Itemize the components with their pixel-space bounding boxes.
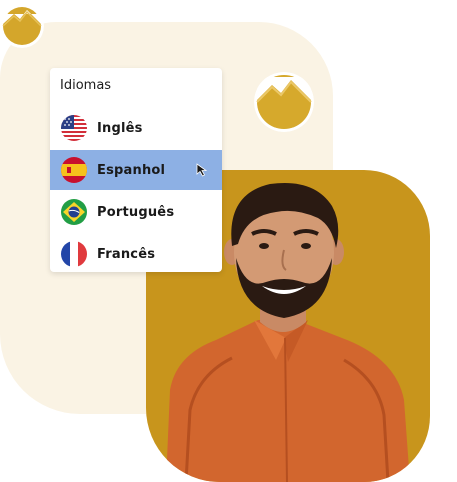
menu-item-label: Português bbox=[97, 204, 175, 220]
mouse-pointer-icon bbox=[196, 163, 208, 177]
menu-item-espanhol[interactable]: Espanhol bbox=[50, 150, 222, 190]
menu-item-ingles[interactable]: Inglês bbox=[50, 108, 222, 148]
menu-item-label: Inglês bbox=[97, 120, 143, 136]
mountain-logo-icon bbox=[0, 4, 44, 48]
menu-item-label: Francês bbox=[97, 246, 156, 262]
brazil-flag-icon bbox=[61, 199, 87, 225]
mountain-logo-icon bbox=[254, 72, 314, 132]
usa-flag-icon bbox=[61, 115, 87, 141]
language-menu: Idiomas Inglês Espanhol Português Francê… bbox=[50, 68, 222, 272]
menu-item-portugues[interactable]: Português bbox=[50, 192, 222, 232]
menu-item-frances[interactable]: Francês bbox=[50, 234, 222, 274]
france-flag-icon bbox=[61, 241, 87, 267]
spain-flag-icon bbox=[61, 157, 87, 183]
menu-title: Idiomas bbox=[60, 78, 112, 93]
menu-item-label: Espanhol bbox=[97, 162, 166, 178]
